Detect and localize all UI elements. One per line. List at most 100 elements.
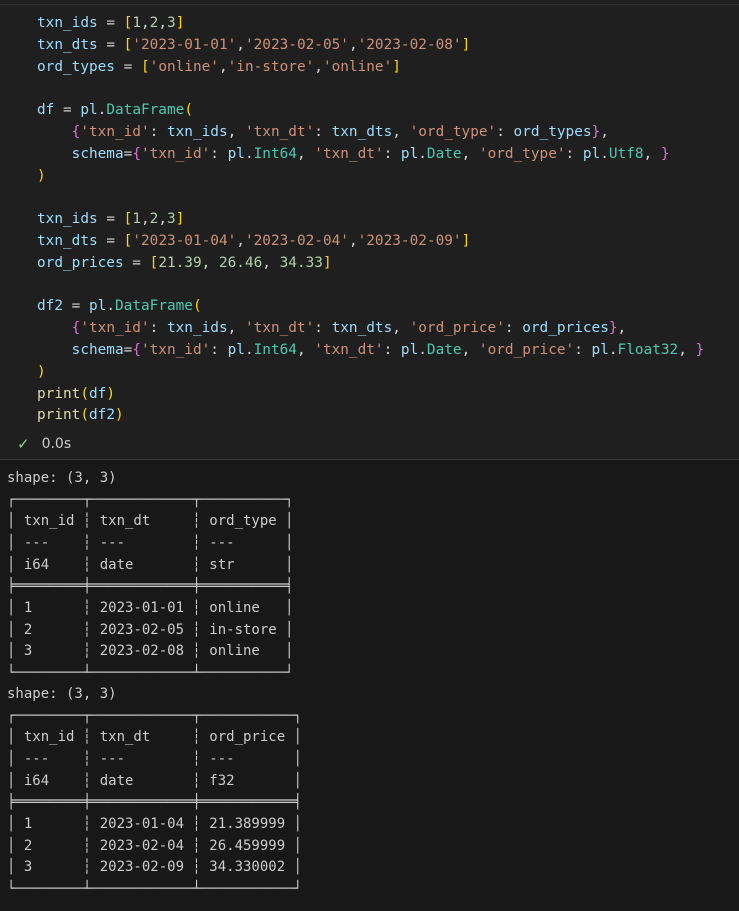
code-token: { xyxy=(132,145,141,162)
code-line: txn_dts = ['2023-01-04','2023-02-04','20… xyxy=(37,231,704,253)
code-token: ] xyxy=(461,232,471,249)
code-token: } xyxy=(695,341,705,358)
code-token: , xyxy=(141,211,150,228)
code-token: . xyxy=(244,145,254,162)
code-token: : xyxy=(383,145,401,162)
code-token: Int64 xyxy=(253,341,297,358)
code-token: , xyxy=(201,254,219,271)
code-token: ( xyxy=(192,298,202,315)
code-token: 3 xyxy=(167,15,176,31)
code-token: 'txn_dt' xyxy=(314,145,384,162)
code-token: 34.33 xyxy=(279,254,323,271)
success-check-icon: ✓ xyxy=(17,435,30,453)
code-token: pl xyxy=(582,145,601,162)
code-token: 'in-store' xyxy=(227,58,315,75)
code-token: txn_dts xyxy=(37,232,98,249)
execution-status: ✓ 0.0s xyxy=(17,434,71,454)
code-token: DataFrame xyxy=(106,102,185,119)
code-token: ( xyxy=(184,102,193,119)
code-line: df2 = pl.DataFrame( xyxy=(37,296,704,318)
code-line: ​ xyxy=(37,187,704,209)
code-token: } xyxy=(660,145,670,162)
code-token: = xyxy=(97,36,124,53)
code-token: pl xyxy=(591,341,609,358)
code-token: = xyxy=(54,102,81,119)
code-token: pl xyxy=(400,145,419,162)
code-token: : xyxy=(496,123,514,140)
code-token: '2023-02-05' xyxy=(244,36,349,53)
code-token: '2023-02-04' xyxy=(244,232,349,249)
code-token: '2023-01-01' xyxy=(132,36,237,53)
code-line: ord_types = ['online','in-store','online… xyxy=(37,57,704,79)
code-token: 'txn_id' xyxy=(140,341,211,358)
code-token: = xyxy=(123,254,150,271)
code-token: , xyxy=(227,320,245,337)
code-token: 'ord_type' xyxy=(409,123,497,140)
code-editor[interactable]: txn_ids = [1,2,3] txn_dts = ['2023-01-01'… xyxy=(37,13,704,427)
code-token: 3 xyxy=(167,211,176,228)
code-token: pl xyxy=(400,341,419,358)
code-token: : xyxy=(565,145,583,162)
code-token: . xyxy=(418,341,427,358)
code-token: , xyxy=(348,232,358,249)
code-token: 'txn_dt' xyxy=(244,320,315,337)
code-token: ) xyxy=(37,363,46,380)
code-token: 'txn_id' xyxy=(80,123,150,140)
code-token: , xyxy=(461,341,479,358)
code-token: 'ord_price' xyxy=(478,341,575,358)
code-cell[interactable]: txn_ids = [1,2,3] txn_dts = ['2023-01-01'… xyxy=(0,0,739,459)
output-df2: shape: (3, 3) ┌────────┬────────────┬───… xyxy=(7,686,303,897)
code-token: 1 xyxy=(132,211,141,228)
code-token: pl xyxy=(227,145,245,162)
code-token: . xyxy=(608,341,618,358)
code-token: '2023-02-08' xyxy=(357,36,462,53)
code-token: = xyxy=(97,211,124,228)
code-token: : xyxy=(314,320,332,337)
code-token: ord_types xyxy=(37,58,115,75)
code-token: : xyxy=(504,320,523,337)
code-token: , xyxy=(678,341,696,358)
code-token: ] xyxy=(392,58,401,75)
code-token: pl xyxy=(80,102,98,119)
code-token: ord_types xyxy=(513,123,592,140)
code-token: ) xyxy=(115,407,124,424)
code-token: , xyxy=(600,123,609,140)
code-token: ( xyxy=(80,407,89,424)
code-token: Utf8 xyxy=(608,145,644,162)
code-token: print xyxy=(37,385,81,402)
code-token: . xyxy=(244,341,254,358)
code-token: DataFrame xyxy=(115,298,193,315)
code-token: , xyxy=(227,123,245,140)
code-token: , xyxy=(617,320,627,337)
code-token: , xyxy=(236,36,245,53)
code-token: Float32 xyxy=(617,341,679,358)
code-token: : xyxy=(574,341,592,358)
code-line: ​ xyxy=(37,275,704,297)
code-token: txn_dts xyxy=(37,36,98,53)
code-line: {'txn_id': txn_ids, 'txn_dt': txn_dts, '… xyxy=(37,318,704,340)
code-token: , xyxy=(314,58,323,75)
code-token: ) xyxy=(106,385,115,402)
code-token: = xyxy=(123,145,133,162)
code-token: [ xyxy=(149,254,159,271)
code-token: 'online' xyxy=(149,58,219,75)
code-token: schema xyxy=(71,341,124,358)
code-token: : xyxy=(149,123,167,140)
code-line: ) xyxy=(37,362,704,384)
code-line: df = pl.DataFrame( xyxy=(37,100,704,122)
code-token: 21.39 xyxy=(158,254,202,271)
code-token: ord_prices xyxy=(522,320,609,337)
code-token: , xyxy=(262,254,280,271)
code-token: 'txn_id' xyxy=(140,145,211,162)
code-token: ] xyxy=(322,254,332,271)
code-token: , xyxy=(392,123,410,140)
code-token: } xyxy=(608,320,618,337)
code-token: , xyxy=(158,211,168,228)
code-token: ] xyxy=(175,211,185,228)
code-line: print(df2) xyxy=(37,405,704,427)
code-token: = xyxy=(123,341,133,358)
code-token: txn_dts xyxy=(331,320,393,337)
code-token: : xyxy=(149,320,167,337)
code-token: Date xyxy=(426,145,462,162)
